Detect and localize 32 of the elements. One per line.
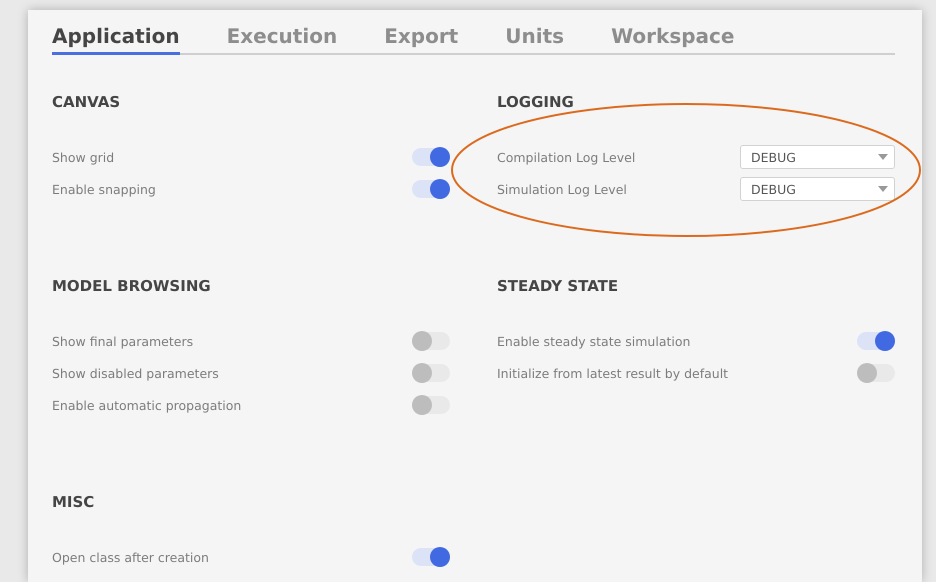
setting-label: Simulation Log Level [497, 182, 627, 196]
section-heading: MODEL BROWSING [52, 277, 212, 297]
section-heading: MISC [52, 493, 96, 513]
tab[interactable]: Export [384, 24, 458, 55]
section-heading: LOGGING [497, 93, 575, 113]
setting-label: Open class after creation [52, 550, 209, 564]
toggle-switch[interactable] [412, 548, 450, 566]
toggle-switch[interactable] [412, 332, 450, 350]
tab[interactable]: Execution [226, 24, 338, 55]
toggle-switch[interactable] [412, 396, 450, 414]
tab[interactable]: Application [52, 24, 180, 55]
setting-label: Show disabled parameters [52, 366, 219, 380]
setting-label: Enable automatic propagation [52, 398, 242, 412]
section-heading: CANVAS [52, 93, 122, 113]
setting-label: Enable steady state simulation [497, 334, 690, 348]
setting-label: Initialize from latest result by default [497, 366, 728, 380]
setting-label: Show grid [52, 150, 114, 164]
level-dropdown[interactable]: DEBUG [740, 177, 895, 201]
setting-label: Show final parameters [52, 334, 194, 348]
tab[interactable]: Workspace [611, 24, 734, 55]
toggle-switch[interactable] [412, 364, 450, 382]
toggle-switch[interactable] [412, 180, 450, 198]
caret-icon [878, 154, 888, 160]
tab[interactable]: Units [505, 24, 564, 55]
toggle-switch[interactable] [412, 148, 450, 166]
setting-label: Compilation Log Level [497, 150, 636, 164]
toggle-switch[interactable] [857, 364, 895, 382]
caret-icon [878, 186, 888, 192]
setting-label: Enable snapping [52, 182, 156, 196]
level-dropdown[interactable]: DEBUG [740, 145, 895, 169]
section-heading: STEADY STATE [497, 277, 620, 297]
toggle-switch[interactable] [857, 332, 895, 350]
